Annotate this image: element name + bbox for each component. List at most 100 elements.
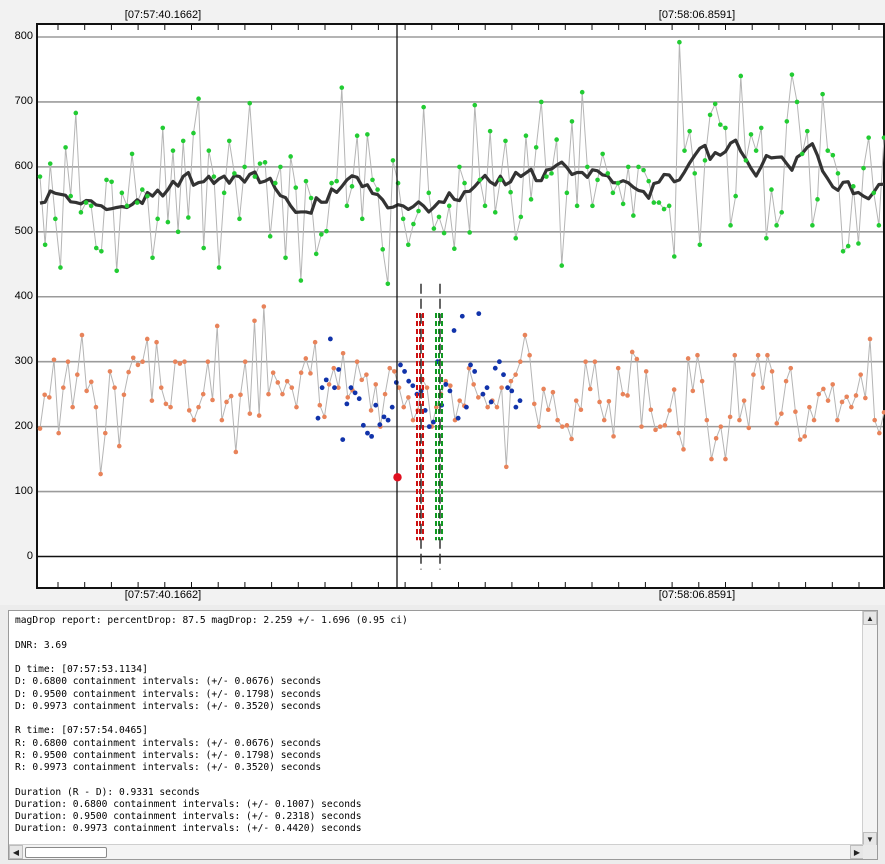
comparison-point [723, 125, 728, 131]
target-point [867, 336, 873, 342]
comparison-point [467, 230, 472, 235]
comparison-point [186, 215, 191, 220]
report-line [15, 627, 855, 639]
target-point [844, 394, 849, 400]
vertical-scrollbar[interactable]: ▲ ▼ [862, 611, 877, 846]
selected-point [369, 433, 374, 439]
comparison-point [636, 164, 641, 170]
target-point [564, 423, 570, 428]
comparison-point [191, 130, 196, 136]
comparison-point [324, 228, 329, 234]
plot-area [37, 24, 884, 588]
selected-point [348, 385, 354, 391]
target-point [51, 357, 57, 363]
light-curve-plot[interactable]: [07:57:40.1662] [07:58:06.8591] [07:57:4… [0, 0, 885, 605]
target-point [61, 385, 66, 390]
magdrop-report-panel[interactable]: magDrop report: percentDrop: 87.5 magDro… [8, 610, 878, 860]
comparison-point [840, 248, 846, 254]
comparison-point [687, 128, 692, 134]
target-point [406, 395, 411, 400]
target-point [695, 352, 700, 358]
comparison-point [758, 125, 764, 131]
target-point [531, 401, 537, 407]
comparison-point [354, 133, 360, 139]
comparison-point [533, 145, 539, 150]
comparison-point [303, 178, 309, 184]
target-point [56, 430, 61, 436]
comparison-point [866, 135, 871, 140]
comparison-point [810, 223, 815, 228]
target-point [401, 404, 407, 410]
target-point [284, 378, 290, 384]
target-point [140, 359, 145, 364]
target-point [219, 417, 225, 423]
selected-point [513, 404, 519, 410]
comparison-point [47, 161, 53, 166]
target-point [294, 404, 299, 410]
target-point [573, 398, 579, 403]
scroll-right-arrow-icon[interactable]: ▶ [850, 845, 864, 859]
comparison-point [385, 281, 391, 287]
comparison-point [753, 148, 759, 153]
comparison-point [697, 242, 703, 248]
y-tick-label: 800 [14, 30, 33, 42]
selected-point [360, 422, 366, 428]
comparison-point [359, 216, 365, 222]
report-line: D: 0.9500 containment intervals: (+/- 0.… [15, 688, 322, 700]
comparison-point [53, 216, 58, 222]
report-line: R: 0.6800 containment intervals: (+/- 0.… [15, 737, 322, 749]
target-point [858, 372, 863, 377]
target-point [112, 385, 117, 390]
comparison-point [574, 203, 580, 209]
horizontal-scroll-thumb[interactable] [25, 847, 107, 858]
target-point [261, 304, 267, 309]
comparison-point [119, 190, 125, 196]
target-point [592, 359, 598, 364]
target-point [322, 414, 327, 420]
report-line: R: 0.9500 containment intervals: (+/- 0.… [15, 749, 322, 761]
comparison-point [845, 243, 851, 249]
target-point [102, 430, 108, 436]
target-point [172, 359, 178, 364]
target-point [620, 391, 626, 397]
comparison-point [134, 200, 140, 205]
target-point [130, 355, 136, 361]
comparison-point [825, 148, 831, 153]
comparison-point [375, 187, 380, 192]
scroll-left-arrow-icon[interactable]: ◀ [9, 845, 23, 859]
comparison-point [743, 158, 749, 163]
target-point [457, 398, 462, 403]
comparison-point [380, 247, 386, 252]
target-point [513, 372, 518, 377]
comparison-point [293, 185, 299, 190]
target-point [392, 369, 397, 374]
target-point [256, 413, 262, 418]
target-point [382, 391, 388, 397]
comparison-point [748, 132, 754, 137]
comparison-point [109, 179, 114, 185]
comparison-point [615, 180, 621, 186]
target-point [709, 456, 714, 462]
selected-point [443, 382, 449, 387]
target-point [144, 336, 150, 342]
comparison-point [160, 125, 166, 131]
comparison-point [646, 178, 652, 184]
comparison-point [518, 214, 524, 220]
target-point [783, 378, 789, 384]
target-point [387, 365, 393, 371]
target-point [606, 398, 612, 404]
plot-canvas[interactable] [0, 0, 885, 605]
target-point [275, 380, 281, 385]
comparison-point [313, 251, 319, 257]
target-point [517, 359, 523, 364]
target-point [280, 391, 285, 397]
horizontal-scrollbar[interactable]: ◀ ▶ [9, 844, 864, 859]
comparison-point [242, 164, 247, 170]
comparison-point [257, 161, 263, 166]
selected-point [365, 430, 370, 436]
target-point [667, 408, 672, 413]
comparison-point [590, 203, 595, 209]
scroll-up-arrow-icon[interactable]: ▲ [863, 611, 877, 625]
comparison-point [554, 137, 559, 142]
scroll-down-arrow-icon[interactable]: ▼ [863, 832, 877, 846]
